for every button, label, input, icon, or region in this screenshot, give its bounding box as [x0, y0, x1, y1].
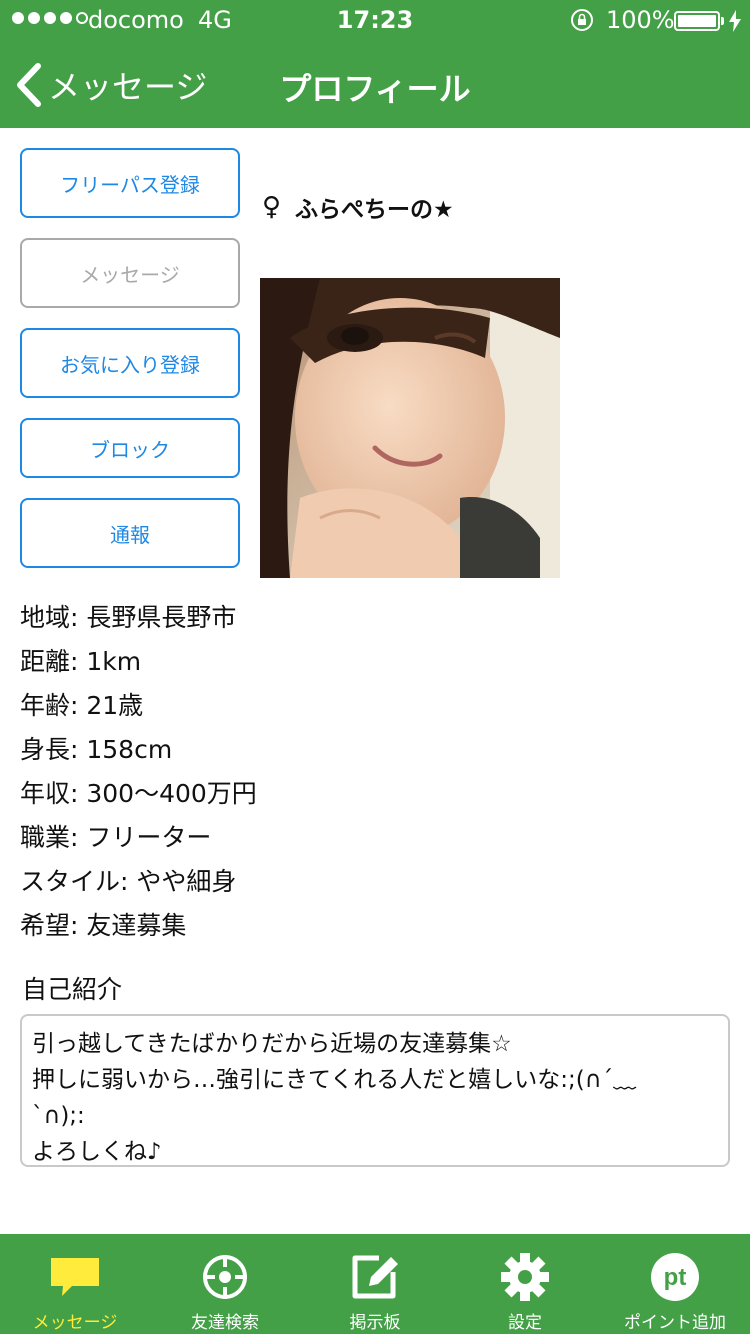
intro-line: `∩);:: [32, 1103, 85, 1129]
detail-row: 年齢: 21歳: [20, 691, 144, 720]
detail-row: 地域: 長野県長野市: [20, 603, 237, 632]
gear-icon: [501, 1253, 549, 1301]
detail-row: 距離: 1km: [20, 647, 142, 676]
detail-row: 希望: 友達募集: [20, 911, 187, 940]
favorite-register-button[interactable]: お気に入り登録: [20, 328, 240, 398]
detail-row: スタイル: やや細身: [20, 867, 237, 896]
tab-label: 設定: [508, 1313, 542, 1333]
tab-board[interactable]: 掲示板: [300, 1234, 450, 1334]
status-bar: docomo 4G 17:23 100%: [0, 0, 750, 40]
intro-line: よろしくね♪: [32, 1139, 162, 1165]
tab-add-points[interactable]: pt ポイント追加: [600, 1234, 750, 1334]
speech-bubble-icon: [51, 1258, 99, 1296]
battery-tip: [721, 17, 724, 25]
profile-details: 地域: 長野県長野市 距離: 1km 年齢: 21歳 身長: 158cm 年収:…: [20, 596, 257, 948]
intro-line: 押しに弱いから…強引にきてくれる人だと嬉しいな:;(∩´﹏: [32, 1067, 637, 1093]
detail-row: 身長: 158cm: [20, 735, 173, 764]
edit-board-icon: [352, 1255, 398, 1299]
report-button[interactable]: 通報: [20, 498, 240, 568]
intro-heading: 自己紹介: [22, 975, 123, 1004]
tab-messages[interactable]: メッセージ: [0, 1234, 150, 1334]
charging-icon: [729, 10, 741, 32]
profile-name-row: ♀ ふらぺちーの★: [262, 190, 454, 224]
female-icon: ♀: [262, 192, 282, 222]
points-icon: pt: [651, 1253, 699, 1301]
tab-label: メッセージ: [32, 1313, 118, 1333]
crosshair-icon: [203, 1255, 247, 1299]
tab-friend-search[interactable]: 友達検索: [150, 1234, 300, 1334]
battery-percent: 100%: [606, 6, 675, 34]
profile-photo[interactable]: [260, 278, 560, 578]
tab-label: 友達検索: [191, 1313, 259, 1333]
navigation-bar: メッセージ プロフィール: [0, 40, 750, 128]
tab-bar: メッセージ 友達検索 掲示板 設定 pt ポイント追加: [0, 1234, 750, 1334]
battery-icon: [674, 11, 720, 31]
tab-label: 掲示板: [349, 1313, 401, 1333]
page-title: プロフィール: [279, 70, 471, 108]
freepass-register-button[interactable]: フリーパス登録: [20, 148, 240, 218]
profile-name: ふらぺちーの★: [295, 197, 454, 223]
tab-settings[interactable]: 設定: [450, 1234, 600, 1334]
top-bar: docomo 4G 17:23 100% メッセージ プロフィール: [0, 0, 750, 128]
message-button[interactable]: メッセージ: [20, 238, 240, 308]
profile-photo-image: [260, 278, 560, 578]
intro-line: 引っ越してきたばかりだから近場の友達募集☆: [32, 1031, 512, 1057]
svg-text:pt: pt: [664, 1264, 687, 1291]
block-button[interactable]: ブロック: [20, 418, 240, 478]
intro-text-box[interactable]: 引っ越してきたばかりだから近場の友達募集☆ 押しに弱いから…強引にきてくれる人だ…: [20, 1014, 730, 1167]
tab-label: ポイント追加: [624, 1313, 726, 1333]
detail-row: 職業: フリーター: [20, 823, 212, 852]
rotation-lock-icon: [571, 9, 593, 31]
detail-row: 年収: 300～400万円: [20, 779, 257, 808]
